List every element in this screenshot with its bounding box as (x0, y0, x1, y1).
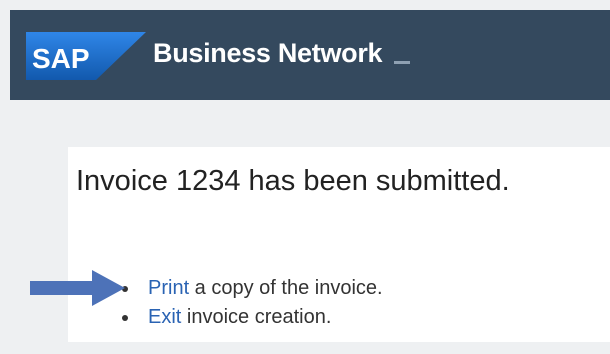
sap-logo-mark: SAP (26, 32, 146, 80)
top-navigation-bar: SAP Business Network (10, 10, 610, 100)
list-item-print: Print a copy of the invoice. (112, 274, 383, 303)
print-link[interactable]: Print (148, 277, 189, 299)
right-arrow-icon (30, 270, 125, 306)
bullet-icon (122, 315, 128, 321)
next-actions-list: Print a copy of the invoice. Exit invoic… (112, 274, 383, 332)
list-item-exit: Exit invoice creation. (112, 303, 383, 332)
exit-link-description: invoice creation. (181, 306, 332, 328)
confirmation-panel: Invoice 1234 has been submitted. Print a… (68, 147, 610, 342)
brand-title-label: Business Network (153, 38, 383, 68)
sap-logo[interactable]: SAP (26, 32, 146, 80)
exit-link[interactable]: Exit (148, 306, 181, 328)
app-frame: SAP Business Network Invoice 1234 has be… (10, 10, 610, 354)
chevron-down-icon[interactable] (394, 60, 411, 64)
print-link-description: a copy of the invoice. (189, 277, 383, 299)
sap-logo-text: SAP (32, 43, 90, 74)
submission-confirmation-message: Invoice 1234 has been submitted. (76, 165, 510, 197)
business-network-menu[interactable]: Business Network (153, 28, 411, 78)
